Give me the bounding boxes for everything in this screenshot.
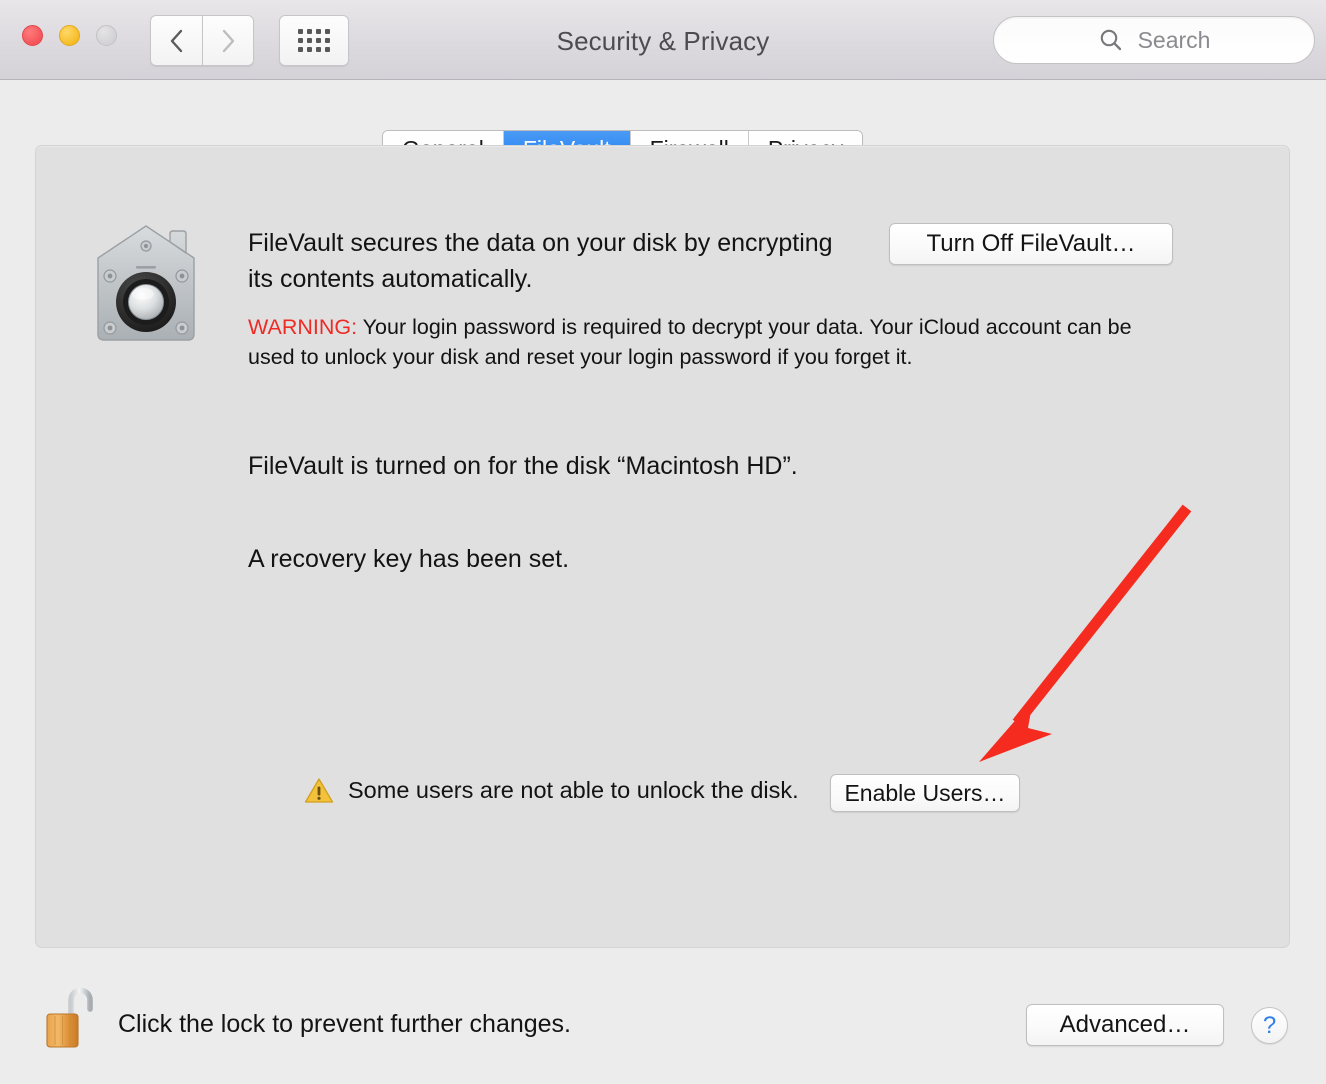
unlocked-padlock-icon[interactable]	[44, 985, 96, 1051]
filevault-vault-icon	[97, 225, 195, 341]
warning-body-text: Your login password is required to decry…	[248, 315, 1132, 369]
users-warning-row: Some users are not able to unlock the di…	[304, 777, 799, 804]
users-warning-text: Some users are not able to unlock the di…	[348, 777, 799, 803]
warning-triangle-icon	[304, 778, 334, 803]
search-icon	[1100, 29, 1121, 51]
filevault-status-disk: FileVault is turned on for the disk “Mac…	[248, 452, 798, 480]
filevault-warning-text: WARNING: Your login password is required…	[248, 312, 1148, 372]
turn-off-filevault-button[interactable]: Turn Off FileVault…	[889, 223, 1173, 265]
window-titlebar: Security & Privacy Search	[0, 0, 1326, 80]
warning-label: WARNING:	[248, 315, 358, 339]
enable-users-button[interactable]: Enable Users…	[830, 774, 1020, 812]
search-input[interactable]: Search	[993, 16, 1315, 64]
lock-hint-label: Click the lock to prevent further change…	[118, 1010, 572, 1038]
search-placeholder-text: Search	[1137, 26, 1211, 53]
filevault-intro-text: FileVault secures the data on your disk …	[248, 229, 833, 293]
advanced-button[interactable]: Advanced…	[1026, 1004, 1224, 1046]
help-button[interactable]: ?	[1251, 1007, 1288, 1044]
filevault-status-recovery-key: A recovery key has been set.	[248, 545, 570, 573]
